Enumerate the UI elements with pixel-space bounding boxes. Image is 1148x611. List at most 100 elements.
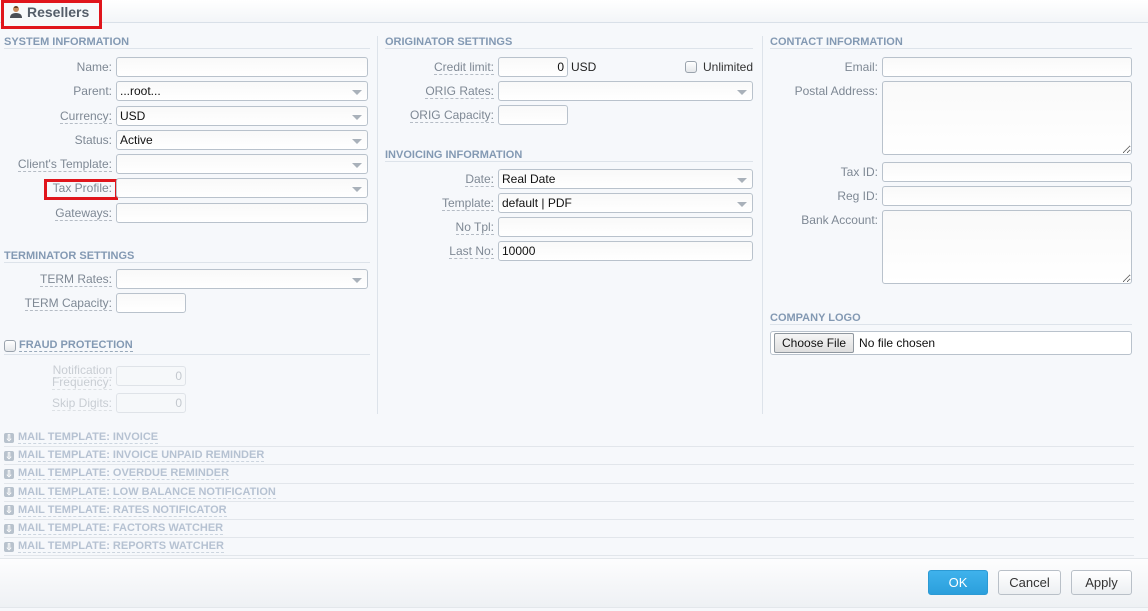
mail-template-item[interactable]: ⇩ MAIL TEMPLATE: RATES NOTIFICATOR xyxy=(4,502,1134,520)
status-row: Status: Active xyxy=(4,130,370,150)
column-divider xyxy=(762,36,763,414)
tax-profile-label: Tax Profile: xyxy=(4,179,118,200)
reg-id-input[interactable] xyxy=(882,186,1132,206)
expand-icon[interactable]: ⇩ xyxy=(4,450,14,461)
column-originator: ORIGINATOR SETTINGS Credit limit: 0 USD … xyxy=(385,31,753,291)
last-no-input[interactable]: 10000 xyxy=(498,241,753,261)
parent-row: Parent: ...root... xyxy=(4,81,370,101)
credit-limit-input[interactable]: 0 xyxy=(498,57,568,77)
column-contact: CONTACT INFORMATION Email: Postal Addres… xyxy=(770,31,1132,361)
notification-frequency-label: Notification Frequency: xyxy=(51,363,112,390)
clients-template-select[interactable] xyxy=(116,154,368,174)
tax-id-label: Tax ID: xyxy=(840,165,878,179)
date-row: Date: Real Date xyxy=(385,169,753,189)
email-row: Email: xyxy=(770,57,1132,77)
clients-template-row: Client's Template: xyxy=(4,154,370,174)
mail-template-item[interactable]: ⇩ MAIL TEMPLATE: FACTORS WATCHER xyxy=(4,520,1134,539)
last-no-row: Last No: 10000 xyxy=(385,241,753,261)
company-logo-file-input[interactable]: Choose File No file chosen xyxy=(770,331,1132,355)
currency-select[interactable]: USD xyxy=(116,106,368,126)
expand-icon[interactable]: ⇩ xyxy=(4,541,14,552)
choose-file-button[interactable]: Choose File xyxy=(774,333,855,353)
term-rates-row: TERM Rates: xyxy=(4,269,370,289)
status-select[interactable]: Active xyxy=(116,130,368,150)
credit-limit-row: Credit limit: 0 USD Unlimited xyxy=(385,57,753,77)
column-system: SYSTEM INFORMATION Name: Parent: ...root… xyxy=(4,31,370,413)
term-rates-label: TERM Rates: xyxy=(39,272,112,287)
column-divider xyxy=(377,36,378,414)
cancel-button[interactable]: Cancel xyxy=(998,570,1061,595)
no-tpl-input[interactable] xyxy=(498,217,753,237)
mail-template-item[interactable]: ⇩ MAIL TEMPLATE: INVOICE UNPAID REMINDER xyxy=(4,447,1134,466)
notification-frequency-row: Notification Frequency: 0 xyxy=(4,363,370,390)
skip-digits-input[interactable]: 0 xyxy=(116,393,186,413)
fraud-protection-checkbox[interactable] xyxy=(4,339,16,352)
date-select[interactable]: Real Date xyxy=(498,169,753,189)
orig-capacity-label: ORIG Capacity: xyxy=(409,108,494,123)
reg-id-row: Reg ID: xyxy=(770,186,1132,206)
notification-frequency-input[interactable]: 0 xyxy=(116,366,186,386)
orig-rates-label: ORIG Rates: xyxy=(425,84,494,99)
parent-select[interactable]: ...root... xyxy=(116,81,368,101)
credit-limit-unit: USD xyxy=(571,60,597,74)
date-label: Date: xyxy=(465,172,494,187)
name-input[interactable] xyxy=(116,57,368,77)
orig-capacity-input[interactable] xyxy=(498,105,568,125)
last-no-label: Last No: xyxy=(449,244,494,259)
user-icon xyxy=(10,5,22,18)
window-title: Resellers xyxy=(27,3,90,20)
mail-template-item[interactable]: ⇩ MAIL TEMPLATE: REPORTS WATCHER xyxy=(4,538,1134,557)
terminator-settings-title: TERMINATOR SETTINGS xyxy=(4,245,370,263)
bank-account-row: Bank Account: xyxy=(770,210,1132,284)
expand-icon[interactable]: ⇩ xyxy=(4,487,14,498)
postal-address-row: Postal Address: xyxy=(770,81,1132,155)
term-capacity-input[interactable] xyxy=(116,293,186,313)
tax-id-input[interactable] xyxy=(882,162,1132,182)
parent-label: Parent: xyxy=(73,84,112,98)
unlimited-label[interactable]: Unlimited xyxy=(703,60,753,74)
template-row: Template: default | PDF xyxy=(385,193,753,213)
mail-template-item[interactable]: ⇩ MAIL TEMPLATE: LOW BALANCE NOTIFICATION xyxy=(4,484,1134,502)
mail-template-item[interactable]: ⇩ MAIL TEMPLATE: INVOICE xyxy=(4,429,1134,448)
expand-icon[interactable]: ⇩ xyxy=(4,505,14,516)
skip-digits-label: Skip Digits: xyxy=(51,396,112,411)
orig-rates-select[interactable] xyxy=(498,81,753,101)
orig-capacity-row: ORIG Capacity: xyxy=(385,105,753,125)
bank-account-label: Bank Account: xyxy=(801,213,878,227)
skip-digits-row: Skip Digits: 0 xyxy=(4,393,370,413)
status-label: Status: xyxy=(74,133,112,147)
fraud-protection-header: FRAUD PROTECTION xyxy=(4,337,370,355)
tax-profile-row: Tax Profile: xyxy=(4,178,370,200)
gateways-input[interactable] xyxy=(116,203,368,223)
fraud-protection-title[interactable]: FRAUD PROTECTION xyxy=(19,339,133,352)
no-tpl-label: No Tpl: xyxy=(455,220,494,235)
tax-profile-select[interactable] xyxy=(116,178,368,198)
unlimited-checkbox[interactable] xyxy=(684,61,697,73)
dialog-footer: OK Cancel Apply xyxy=(0,558,1148,608)
ok-button[interactable]: OK xyxy=(928,570,988,595)
mail-template-item[interactable]: ⇩ MAIL TEMPLATE: OVERDUE REMINDER xyxy=(4,465,1134,484)
expand-icon[interactable]: ⇩ xyxy=(4,468,14,479)
highlight-box xyxy=(44,179,118,200)
bank-account-textarea[interactable] xyxy=(882,210,1132,284)
name-row: Name: xyxy=(4,57,370,77)
file-status: No file chosen xyxy=(859,336,936,350)
tax-id-row: Tax ID: xyxy=(770,162,1132,182)
mail-template-list: ⇩ MAIL TEMPLATE: INVOICE ⇩ MAIL TEMPLATE: … xyxy=(4,429,1134,557)
orig-rates-row: ORIG Rates: xyxy=(385,81,753,101)
postal-address-textarea[interactable] xyxy=(882,81,1132,155)
gateways-label: Gateways: xyxy=(55,206,112,221)
window-titlebar xyxy=(0,0,1148,23)
clients-template-label: Client's Template: xyxy=(17,157,112,172)
expand-icon[interactable]: ⇩ xyxy=(4,523,14,534)
contact-information-title: CONTACT INFORMATION xyxy=(770,31,1132,49)
template-select[interactable]: default | PDF xyxy=(498,193,753,213)
reg-id-label: Reg ID: xyxy=(837,189,878,203)
term-capacity-label: TERM Capacity: xyxy=(24,296,112,311)
company-logo-title: COMPANY LOGO xyxy=(770,307,1132,325)
template-label: Template: xyxy=(441,196,494,211)
term-rates-select[interactable] xyxy=(116,269,368,289)
email-input[interactable] xyxy=(882,57,1132,77)
expand-icon[interactable]: ⇩ xyxy=(4,432,14,443)
apply-button[interactable]: Apply xyxy=(1071,570,1132,595)
